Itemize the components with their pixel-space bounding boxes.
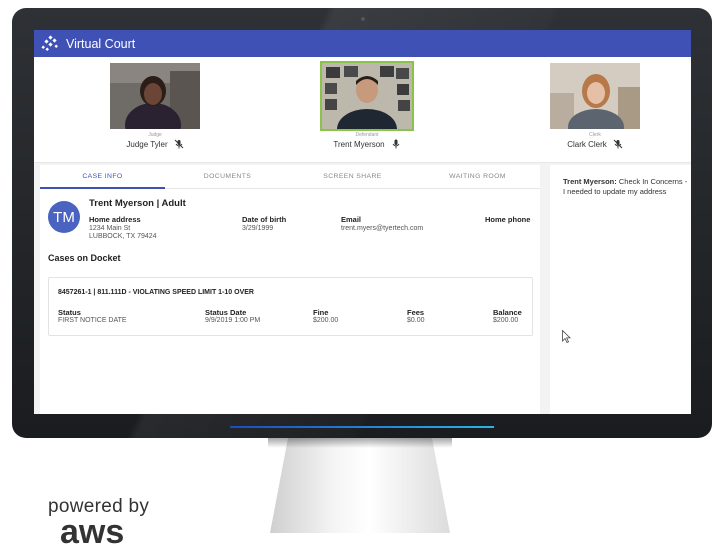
- participant-role: Judge: [148, 132, 162, 138]
- monitor-stand: [270, 438, 450, 533]
- aws-logo-text: aws: [60, 513, 125, 551]
- case-col-label: Balance: [493, 308, 522, 317]
- case-info-panel: CASE INFO DOCUMENTS SCREEN SHARE WAITING…: [40, 165, 540, 414]
- tab-waiting-room[interactable]: WAITING ROOM: [415, 165, 540, 188]
- participant-name: Trent Myerson: [333, 139, 385, 149]
- webcam-dot: [361, 17, 365, 21]
- tab-case-info[interactable]: CASE INFO: [40, 165, 165, 188]
- person-summary: TM Trent Myerson | Adult Home address 12…: [40, 189, 540, 247]
- monitor-stand-shadow: [268, 438, 452, 448]
- case-status-col: Status FIRST NOTICE DATE: [58, 309, 127, 325]
- home-address-field: Home address 1234 Main St LUBBOCK, TX 79…: [89, 216, 157, 241]
- judge-video-feed: [110, 63, 200, 129]
- case-heading: 8457261-1 | 811.111D - VIOLATING SPEED L…: [58, 289, 254, 296]
- tab-screen-share[interactable]: SCREEN SHARE: [290, 165, 415, 188]
- tab-documents[interactable]: DOCUMENTS: [165, 165, 290, 188]
- case-balance-col: Balance $200.00: [493, 309, 522, 325]
- dob-field: Date of birth 3/29/1999: [242, 216, 286, 233]
- app-title: Virtual Court: [66, 36, 136, 51]
- case-col-value: 9/9/2019 1:00 PM: [205, 317, 261, 324]
- address-line1: 1234 Main St: [89, 225, 131, 232]
- judge-video: [110, 63, 200, 129]
- virtual-court-logo-icon: [41, 34, 58, 51]
- home-phone-field: Home phone: [485, 216, 530, 225]
- person-name: Trent Myerson | Adult: [89, 198, 186, 209]
- chat-panel: Trent Myerson: Check In Concerns - I nee…: [550, 165, 691, 414]
- mic-off-icon[interactable]: [174, 139, 184, 149]
- chat-sender: Trent Myerson:: [563, 177, 617, 186]
- case-card[interactable]: 8457261-1 | 811.111D - VIOLATING SPEED L…: [48, 277, 533, 336]
- dob-label: Date of birth: [242, 215, 287, 224]
- participant-name: Clark Clerk: [567, 139, 607, 149]
- case-status-date-col: Status Date 9/9/2019 1:00 PM: [205, 309, 260, 325]
- tab-bar: CASE INFO DOCUMENTS SCREEN SHARE WAITING…: [40, 165, 540, 189]
- case-col-value: $200.00: [313, 317, 339, 324]
- address-line2: LUBBOCK, TX 79424: [89, 233, 157, 240]
- participant-tile-clerk[interactable]: Clerk Clark Clerk: [520, 63, 670, 149]
- email-field: Email trent.myers@tyertech.com: [341, 216, 423, 233]
- monitor-accent-line: [230, 426, 494, 428]
- app-screen: Virtual Court Judge Judge Tyler Defendan…: [34, 30, 691, 414]
- clerk-video: [550, 63, 640, 129]
- case-fine-col: Fine $200.00: [313, 309, 338, 325]
- home-address-label: Home address: [89, 215, 141, 224]
- main-content: CASE INFO DOCUMENTS SCREEN SHARE WAITING…: [34, 163, 691, 414]
- participant-strip: Judge Judge Tyler Defendant Trent Myerso…: [34, 57, 691, 163]
- email-label: Email: [341, 215, 362, 224]
- participant-name: Judge Tyler: [126, 139, 168, 149]
- clerk-video-feed: [550, 63, 640, 129]
- case-col-label: Fees: [407, 308, 425, 317]
- case-col-value: FIRST NOTICE DATE: [58, 317, 127, 324]
- case-col-label: Fine: [313, 308, 329, 317]
- participant-tile-judge[interactable]: Judge Judge Tyler: [80, 63, 230, 149]
- app-bar: Virtual Court: [34, 30, 691, 57]
- participant-role: Clerk: [589, 132, 601, 138]
- cases-on-docket-title: Cases on Docket: [48, 253, 121, 263]
- case-col-value: $200.00: [493, 317, 519, 324]
- mouse-cursor-icon: [562, 330, 571, 343]
- case-col-label: Status Date: [205, 308, 247, 317]
- mic-off-icon[interactable]: [613, 139, 623, 149]
- participant-role: Defendant: [355, 132, 379, 138]
- case-col-label: Status: [58, 308, 81, 317]
- participant-tile-defendant[interactable]: Defendant Trent Myerson: [292, 61, 442, 149]
- email-value: trent.myers@tyertech.com: [341, 225, 424, 232]
- defendant-video-feed: [322, 63, 412, 129]
- avatar: TM: [48, 201, 80, 233]
- home-phone-label: Home phone: [485, 215, 531, 224]
- case-fees-col: Fees $0.00: [407, 309, 425, 325]
- mic-on-icon[interactable]: [391, 139, 401, 149]
- dob-value: 3/29/1999: [242, 225, 274, 232]
- case-col-value: $0.00: [407, 317, 425, 324]
- defendant-video: [320, 61, 414, 131]
